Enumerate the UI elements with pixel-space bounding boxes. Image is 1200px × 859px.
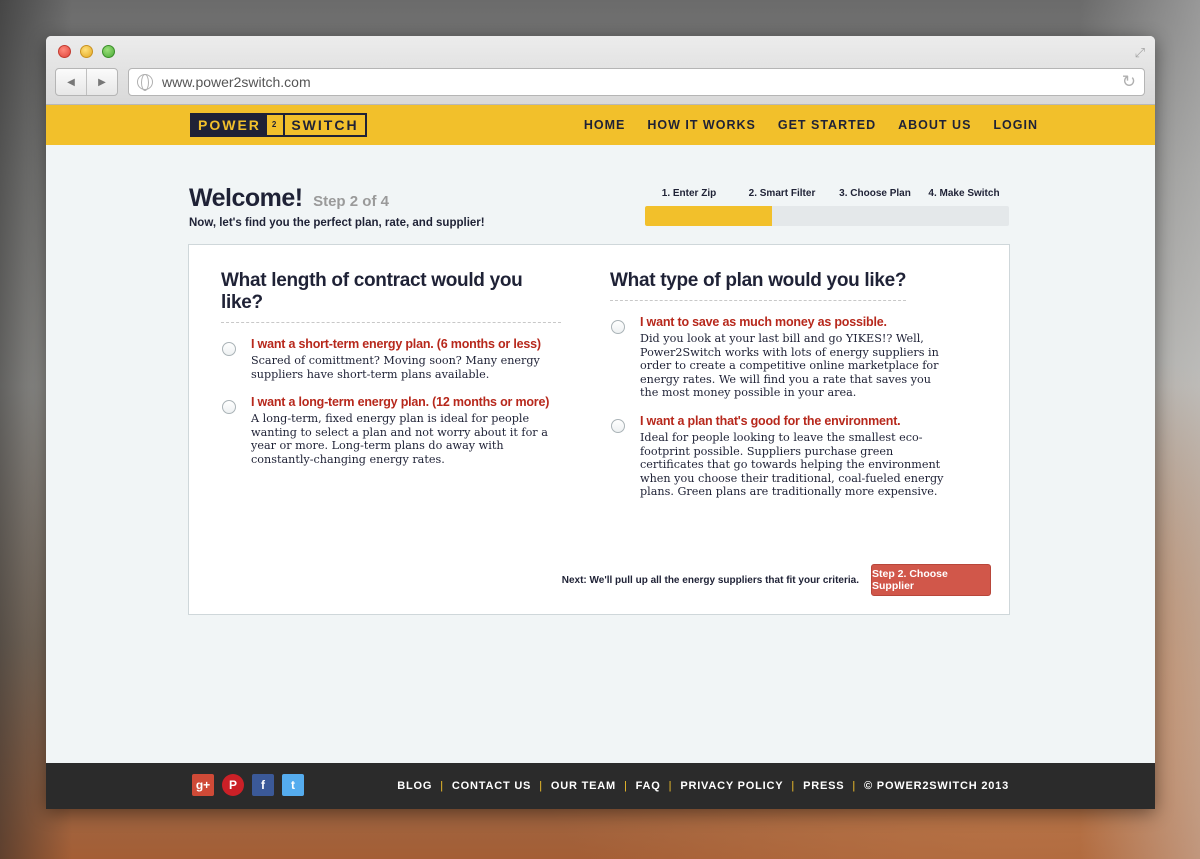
footer-separator: | — [440, 780, 444, 792]
option-description: Did you look at your last bill and go YI… — [640, 332, 939, 400]
option-description: Scared of comittment? Moving soon? Many … — [251, 354, 540, 381]
google-plus-icon[interactable]: g+ — [192, 774, 214, 796]
nav-get-started[interactable]: GET STARTED — [778, 118, 876, 132]
progress-step-smart-filter: 2. Smart Filter — [748, 188, 816, 199]
footer-separator: | — [539, 780, 543, 792]
url-text[interactable]: www.power2switch.com — [162, 74, 311, 90]
plan-type-heading: What type of plan would you like? — [610, 270, 907, 301]
progress-bar — [645, 206, 1009, 226]
footer-separator: | — [623, 780, 628, 792]
option-title[interactable]: I want a plan that's good for the enviro… — [640, 414, 950, 428]
close-window-button[interactable] — [58, 45, 71, 58]
nav-login[interactable]: LOGIN — [993, 118, 1038, 132]
footer-separator: | — [852, 780, 857, 792]
power2switch-logo[interactable]: POWER 2 SWITCH — [190, 113, 367, 137]
option-description: Ideal for people looking to leave the sm… — [640, 430, 944, 499]
footer-link-press[interactable]: PRESS — [803, 780, 844, 792]
progress-steps: 1. Enter Zip 2. Smart Filter 3. Choose P… — [645, 188, 1009, 199]
contract-length-heading: What length of contract would you like? — [221, 270, 561, 323]
footer-separator: | — [791, 780, 796, 792]
option-save-money[interactable]: I want to save as much money as possible… — [610, 315, 950, 400]
browser-toolbar: ⤢ ◀ ▶ www.power2switch.com ↻ — [46, 36, 1155, 105]
footer-links: BLOG | CONTACT US | OUR TEAM | FAQ | PRI… — [397, 763, 1009, 809]
footer-link-team[interactable]: OUR TEAM — [551, 780, 616, 792]
next-step-text: Next: We'll pull up all the energy suppl… — [561, 574, 859, 586]
address-bar[interactable]: www.power2switch.com ↻ — [128, 68, 1145, 96]
globe-icon — [137, 74, 153, 91]
option-title[interactable]: I want to save as much money as possible… — [640, 315, 950, 329]
nav-how-it-works[interactable]: HOW IT WORKS — [647, 118, 756, 132]
logo-switch: SWITCH — [291, 117, 359, 133]
option-title[interactable]: I want a long-term energy plan. (12 mont… — [251, 395, 561, 409]
option-long-term[interactable]: I want a long-term energy plan. (12 mont… — [221, 395, 561, 466]
browser-window: ⤢ ◀ ▶ www.power2switch.com ↻ POWER 2 SWI… — [46, 36, 1155, 809]
footer-copyright: © POWER2SWITCH 2013 — [864, 780, 1009, 792]
progress-step-choose-plan: 3. Choose Plan — [839, 188, 911, 199]
progress-tracker: 1. Enter Zip 2. Smart Filter 3. Choose P… — [645, 188, 1009, 226]
option-description: A long-term, fixed energy plan is ideal … — [251, 412, 548, 466]
history-buttons: ◀ ▶ — [55, 68, 118, 96]
logo-power: POWER — [192, 115, 267, 135]
zoom-window-button[interactable] — [102, 45, 115, 58]
fullscreen-icon[interactable]: ⤢ — [1135, 45, 1145, 61]
radio-save-money[interactable] — [611, 320, 625, 334]
option-short-term[interactable]: I want a short-term energy plan. (6 mont… — [221, 337, 561, 381]
progress-step-enter-zip: 1. Enter Zip — [661, 188, 717, 199]
footer-link-blog[interactable]: BLOG — [397, 780, 432, 792]
radio-long-term[interactable] — [222, 400, 236, 415]
main-nav: HOME HOW IT WORKS GET STARTED ABOUT US L… — [584, 105, 1038, 145]
back-button[interactable]: ◀ — [56, 69, 87, 95]
facebook-icon[interactable]: f — [252, 774, 274, 796]
plan-options-card: What length of contract would you like? … — [188, 244, 1010, 615]
footer-separator: | — [668, 780, 673, 792]
minimize-window-button[interactable] — [80, 45, 93, 58]
radio-environment[interactable] — [611, 418, 625, 433]
reload-icon[interactable]: ↻ — [1122, 72, 1136, 92]
forward-button[interactable]: ▶ — [87, 69, 117, 95]
plan-type-section: What type of plan would you like? I want… — [610, 270, 950, 499]
page-title: Welcome! — [189, 184, 303, 212]
welcome-block: Welcome! Step 2 of 4 Now, let's find you… — [189, 184, 485, 229]
footer-link-contact[interactable]: CONTACT US — [452, 780, 531, 792]
contract-length-section: What length of contract would you like? … — [221, 270, 561, 467]
nav-about-us[interactable]: ABOUT US — [898, 118, 971, 132]
choose-supplier-button[interactable]: Step 2. Choose Supplier — [871, 564, 991, 596]
progress-bar-fill — [645, 206, 773, 226]
page-subtitle: Now, let's find you the perfect plan, ra… — [189, 217, 485, 229]
option-title[interactable]: I want a short-term energy plan. (6 mont… — [251, 337, 561, 351]
twitter-icon[interactable]: t — [282, 774, 304, 796]
progress-step-make-switch: 4. Make Switch — [928, 188, 1000, 199]
option-environment[interactable]: I want a plan that's good for the enviro… — [610, 414, 950, 499]
radio-short-term[interactable] — [222, 342, 236, 356]
social-links: g+ P f t — [192, 774, 304, 796]
nav-home[interactable]: HOME — [584, 118, 626, 132]
next-step-row: Next: We'll pull up all the energy suppl… — [562, 564, 991, 596]
pinterest-icon[interactable]: P — [222, 774, 244, 796]
step-indicator: Step 2 of 4 — [313, 193, 389, 210]
footer-link-faq[interactable]: FAQ — [636, 780, 661, 792]
site-header: POWER 2 SWITCH HOME HOW IT WORKS GET STA… — [46, 105, 1155, 145]
logo-2: 2 — [267, 115, 286, 135]
footer-link-privacy[interactable]: PRIVACY POLICY — [680, 780, 783, 792]
site-footer: g+ P f t BLOG | CONTACT US | OUR TEAM | … — [46, 763, 1155, 809]
